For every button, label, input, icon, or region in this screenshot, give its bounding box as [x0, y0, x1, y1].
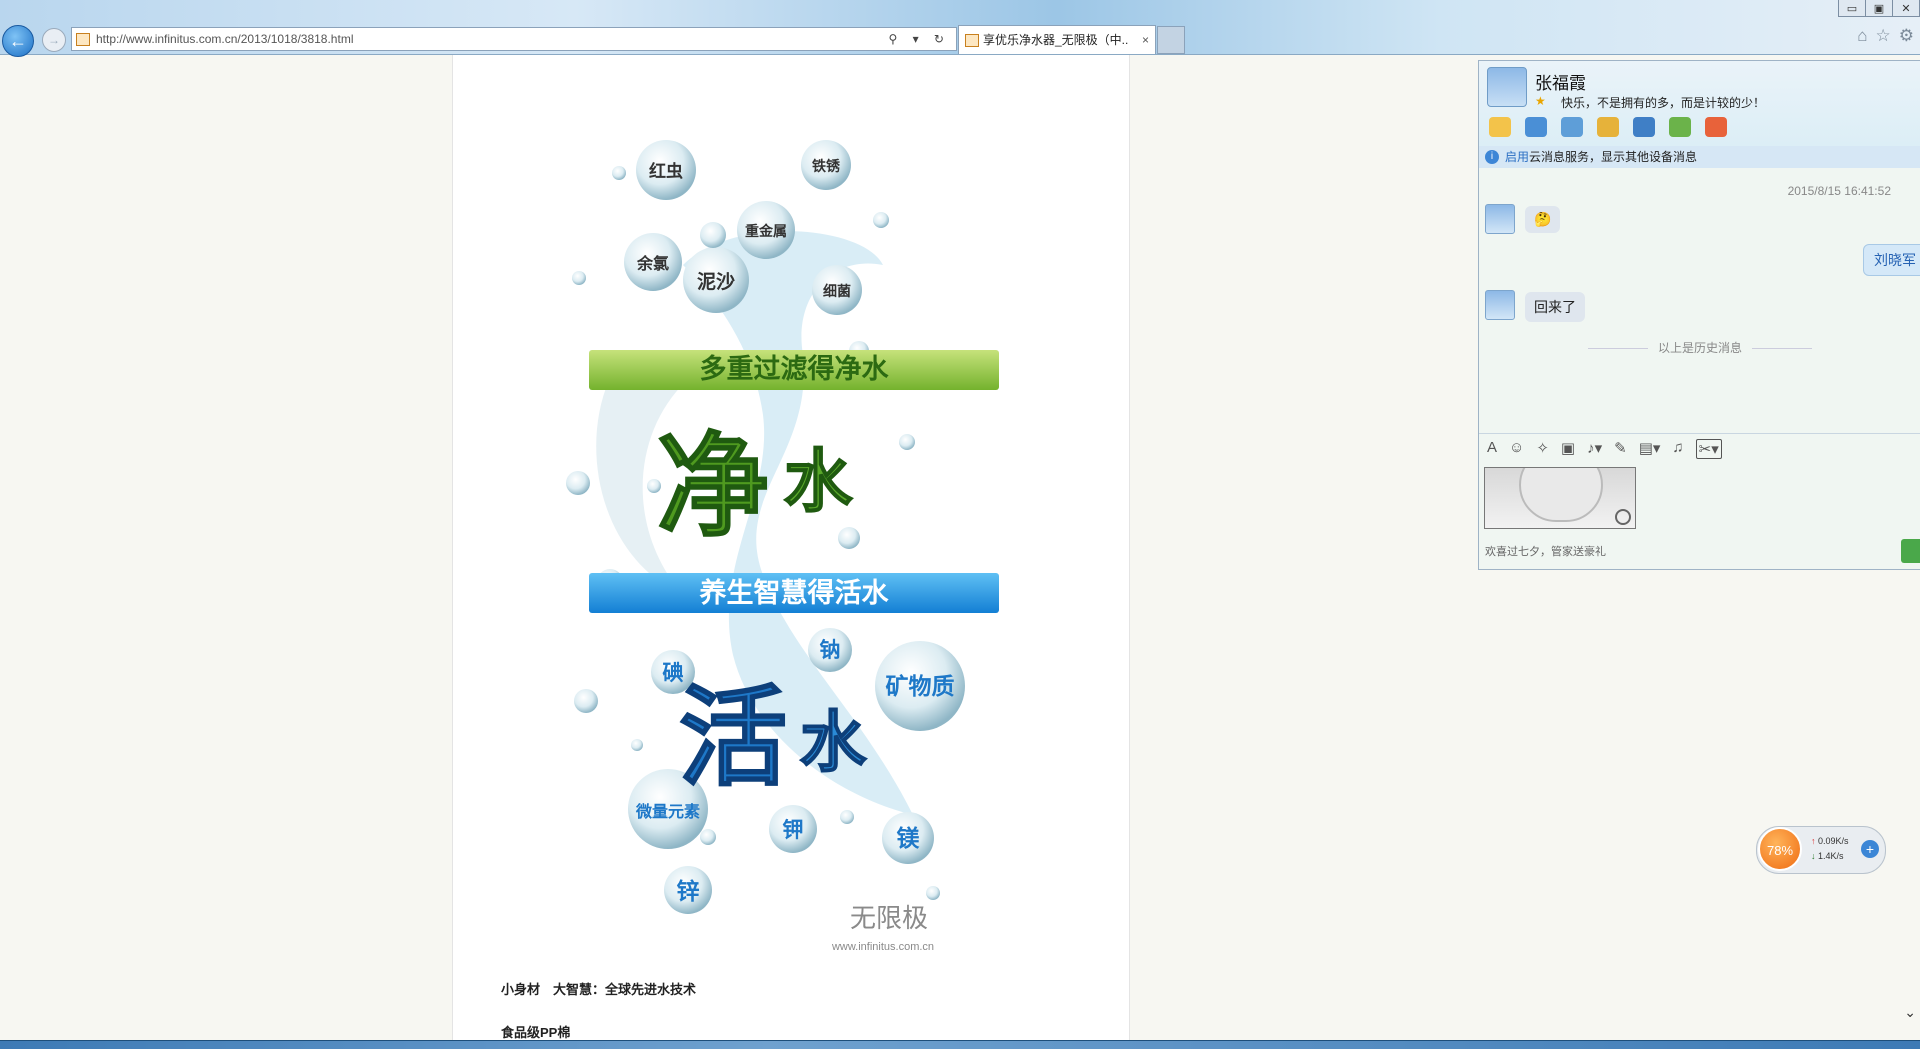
message-bubble: 🤔 — [1525, 206, 1561, 233]
impurity-label: 红虫 — [649, 161, 683, 181]
close-window-button[interactable]: ✕ — [1892, 0, 1920, 17]
window-controls: ▭ ▣ ✕ — [1838, 0, 1920, 17]
mineral-label: 微量元素 — [635, 802, 700, 821]
screen-share-icon[interactable] — [1561, 117, 1583, 137]
mineral-label: 镁 — [897, 825, 920, 851]
network-meter[interactable]: 78% ↑ 0.09K/s ↓ 1.4K/s + — [1756, 826, 1886, 874]
enable-link[interactable]: 启用 — [1505, 146, 1529, 168]
tab-active[interactable]: 享优乐净水器_无限极（中... × — [958, 25, 1156, 54]
mineral-label: 锌 — [677, 878, 700, 904]
big-char-huo: 活 — [679, 677, 787, 798]
tab-close-icon[interactable]: × — [1142, 26, 1149, 54]
brand-logo-cn: 无限极 — [850, 903, 928, 933]
restore-button[interactable]: ▣ — [1865, 0, 1893, 17]
address-url[interactable]: http://www.infinitus.com.cn/2013/1018/38… — [96, 28, 353, 50]
avatar[interactable] — [1485, 290, 1515, 320]
brand-url: www.infinitus.com.cn — [831, 941, 934, 953]
impurity-label: 细菌 — [823, 283, 851, 299]
impurity-label: 泥沙 — [697, 271, 735, 293]
arrow-down-icon: ↓ — [1811, 851, 1816, 861]
video-call-icon[interactable] — [1525, 117, 1547, 137]
back-button[interactable]: ← — [2, 25, 34, 57]
water-purifier-banner: 红虫 铁锈 重金属 余氯 泥沙 细菌 多重过滤得净水 净 水 养生智慧得活水 钠… — [566, 140, 999, 953]
contact-signature: 快乐，不是拥有的多，而是计较的少！ — [1561, 96, 1766, 110]
mineral-label: 钾 — [783, 819, 804, 842]
scissors-icon[interactable]: ✂▾ — [1695, 439, 1722, 459]
plus-icon[interactable]: + — [1861, 840, 1879, 858]
mineral-label: 矿物质 — [886, 673, 955, 699]
avatar[interactable] — [1487, 67, 1527, 107]
image-icon[interactable]: ▤▾ — [1639, 439, 1661, 459]
avatar[interactable] — [1485, 204, 1515, 234]
emoji-icon[interactable]: ☺ — [1509, 439, 1524, 459]
forward-button[interactable]: → — [42, 28, 66, 52]
divider — [1479, 433, 1920, 434]
music-icon[interactable]: ♫ — [1672, 439, 1683, 459]
chat-toolbar — [1489, 117, 1727, 137]
tab-title: 享优乐净水器_无限极（中... — [983, 33, 1129, 47]
blue-band-text: 养生智慧得活水 — [700, 577, 890, 608]
favorites-star-icon[interactable]: ☆ — [1876, 26, 1891, 46]
message-bubble: 回来了 — [1525, 292, 1585, 322]
mineral-label: 钠 — [820, 639, 841, 662]
home-icon[interactable]: ⌂ — [1857, 26, 1867, 46]
screenshot-frame-icon[interactable]: ▣ — [1561, 439, 1575, 459]
browser-toolbar: ▭ ▣ ✕ ← → http://www.infinitus.com.cn/20… — [0, 0, 1920, 57]
impurity-label: 余氯 — [636, 254, 669, 273]
history-divider: 以上是历史消息 — [1479, 339, 1920, 356]
minimize-button[interactable]: ▭ — [1838, 0, 1866, 17]
big-char-shui-top: 水 — [784, 444, 853, 520]
input-toolbar: A ☺ ✧ ▣ ♪▾ ✎ ▤▾ ♫ ✂▾ — [1487, 439, 1722, 459]
message-bubble-right: 刘晓军 — [1863, 244, 1920, 276]
article-caption: 小身材 大智慧：全球先进水技术 — [501, 982, 697, 997]
big-char-shui-bottom: 水 — [800, 705, 867, 779]
chevron-down-icon[interactable]: ⌄ — [1904, 1004, 1916, 1021]
download-value: 1.4K/s — [1818, 851, 1844, 861]
big-char-jing: 净 — [657, 424, 769, 549]
send-button[interactable] — [1901, 539, 1920, 563]
create-group-icon[interactable] — [1669, 117, 1691, 137]
article-content: 红虫 铁锈 重金属 余氯 泥沙 细菌 多重过滤得净水 净 水 养生智慧得活水 钠… — [452, 55, 1130, 1048]
zoom-icon[interactable] — [1615, 509, 1631, 525]
ad-thumbnail[interactable] — [1484, 467, 1636, 529]
browser-right-icons: ⌂ ☆ ⚙ — [1857, 26, 1914, 46]
impurity-label: 重金属 — [745, 223, 787, 239]
product-image — [1519, 468, 1603, 522]
message-timestamp: 2015/8/15 16:41:52 — [1787, 184, 1891, 198]
magic-icon[interactable]: ✧ — [1536, 439, 1549, 459]
star-icon: ★ — [1535, 94, 1546, 108]
upload-value: 0.09K/s — [1818, 836, 1849, 846]
edit-icon[interactable]: ✎ — [1614, 439, 1627, 459]
settings-gear-icon[interactable]: ⚙ — [1899, 26, 1914, 46]
memory-percent[interactable]: 78% — [1758, 827, 1802, 871]
page-favicon-icon — [76, 33, 90, 46]
arrow-left-icon: ← — [9, 31, 27, 51]
notice-text: 云消息服务，显示其他设备消息 — [1529, 150, 1698, 164]
arrow-right-icon: → — [48, 33, 60, 47]
chat-window[interactable]: 张福霞 ★ 快乐，不是拥有的多，而是计较的少！ i 启用 云消息服务，显示其他设… — [1478, 60, 1920, 570]
upload-speed: ↑ 0.09K/s — [1811, 836, 1849, 846]
address-bar[interactable]: http://www.infinitus.com.cn/2013/1018/38… — [71, 27, 957, 51]
new-tab-button[interactable] — [1157, 26, 1185, 54]
file-transfer-icon[interactable] — [1597, 117, 1619, 137]
download-speed: ↓ 1.4K/s — [1811, 851, 1844, 861]
contact-name[interactable]: 张福霞 — [1535, 69, 1586, 94]
impurity-label: 铁锈 — [812, 158, 841, 174]
info-icon: i — [1485, 150, 1499, 164]
voice-message-icon[interactable]: ♪▾ — [1587, 439, 1602, 459]
green-band-text: 多重过滤得净水 — [700, 354, 890, 384]
apps-grid-icon[interactable] — [1705, 117, 1727, 137]
address-tools[interactable]: ⚲ ▾ ↻ — [888, 28, 950, 50]
chat-header: 张福霞 ★ 快乐，不是拥有的多，而是计较的少！ — [1479, 61, 1920, 146]
remote-desktop-icon[interactable] — [1633, 117, 1655, 137]
tab-favicon-icon — [965, 34, 979, 47]
font-icon[interactable]: A — [1487, 439, 1497, 459]
voice-call-icon[interactable] — [1489, 117, 1511, 137]
cloud-message-notice: i 启用 云消息服务，显示其他设备消息 — [1479, 146, 1920, 168]
promo-text[interactable]: 欢喜过七夕，管家送豪礼 — [1485, 543, 1606, 559]
article-subheading: 食品级PP棉 — [501, 1025, 571, 1040]
arrow-up-icon: ↑ — [1811, 836, 1816, 846]
